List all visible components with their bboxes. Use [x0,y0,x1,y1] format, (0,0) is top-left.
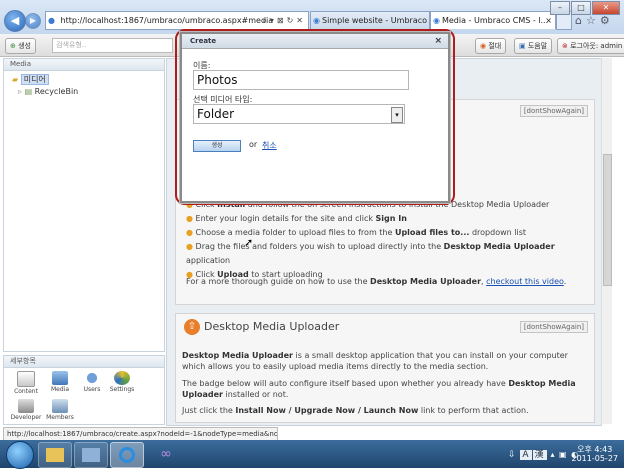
media-type-value: Folder [197,107,235,121]
tree-item-media[interactable]: ▰ 미디어 [12,74,49,85]
settings-icon [114,371,130,385]
mouse-cursor-icon: ➚ [244,236,254,249]
folder-icon: ▰ [12,75,19,84]
section-content[interactable]: Content [8,371,44,395]
logout-label: 로그아웃: admin [570,42,623,50]
guide-text: For a more thorough guide on how to use … [186,277,567,286]
ime-lang[interactable]: A [520,450,532,460]
dont-show-again-link[interactable]: [dontShowAgain] [519,105,588,117]
window-controls: – □ ✕ [549,1,620,15]
developer-icon [18,399,34,413]
taskbar-clock[interactable]: 오후 4:43 2011-05-27 [572,445,619,463]
tray-arrow-icon[interactable]: ⇩ [508,450,520,460]
visual-studio-icon: ∞ [160,446,172,462]
members-icon [52,399,68,413]
name-input[interactable]: Photos [193,70,409,90]
logout-button[interactable]: ⊗ 로그아웃: admin [557,38,624,54]
tab-label: Media - Umbraco CMS - l... [441,16,549,25]
tab-favicon-icon: ◉ [433,16,440,25]
sections-title: 세부항목 [4,356,164,368]
create-dialog: Create × 이름: Photos 선택 미디어 타입: Folder ▾ … [180,32,450,203]
tree-item-label: RecycleBin [34,87,79,96]
section-label: Users [83,386,101,393]
visual-studio-taskbar-button[interactable]: ∞ [150,442,182,466]
tab-label: Simple website - Umbraco C... [321,16,429,25]
section-label: Members [46,414,74,421]
logout-icon: ⊗ [562,42,571,50]
dont-show-again-link[interactable]: [dontShowAgain] [519,321,588,333]
expand-icon[interactable]: ▹ [18,87,22,96]
forward-arrow-icon[interactable]: ▶ [25,13,41,29]
about-button[interactable]: ◉ 절대 [475,38,507,54]
tree-item-label: 미디어 [20,74,49,85]
status-bar: http://localhost:1867/umbraco/create.asp… [3,427,278,441]
help-icon: ▣ [519,42,528,50]
section-label: Settings [109,386,135,393]
section-label: Content [14,388,38,395]
media-type-select[interactable]: Folder ▾ [193,104,405,124]
address-bar[interactable]: ● http://localhost:1867/umbraco/umbraco.… [45,11,309,30]
tab-simple-website[interactable]: ◉Simple website - Umbraco C... [310,11,430,29]
about-label: 절대 [488,42,502,50]
chevron-down-icon[interactable]: ▾ [391,107,403,123]
start-button[interactable] [6,441,34,469]
users-icon [84,371,100,385]
section-label: Media [50,386,70,393]
section-label: Developer [10,414,42,421]
cancel-link[interactable]: 취소 [262,140,277,151]
media-icon [52,371,68,385]
maximize-icon[interactable]: □ [571,1,591,15]
ie-taskbar-button[interactable] [110,442,144,468]
uploader-description: Desktop Media Uploader is a small deskto… [182,351,568,371]
uploader-icon: ⇧ [184,319,200,335]
tree-title: Media [4,59,164,71]
explorer-taskbar-button[interactable] [38,442,72,468]
tree-item-recyclebin[interactable]: ▹ ▤ RecycleBin [18,87,78,96]
dialog-title-bar: Create × [182,34,448,49]
recyclebin-icon: ▤ [24,87,33,96]
close-dialog-icon[interactable]: × [434,34,442,48]
section-settings[interactable]: Settings [104,371,140,393]
or-text: or [249,140,258,149]
create-button[interactable]: ⊕ 생성 [5,38,36,54]
create-submit-button[interactable]: 생성 [193,140,241,152]
page-icon: ● [48,16,55,25]
help-label: 도움말 [527,42,548,50]
app-icon [82,448,100,462]
create-icon: ⊕ [10,42,19,50]
ime-mode[interactable]: 漢 [532,450,547,460]
sections-panel: 세부항목 Content Media Users Settings Develo… [3,355,165,425]
content-scrollbar[interactable] [601,58,612,424]
step-item: ● Enter your login details for the site … [186,214,407,223]
help-button[interactable]: ▣ 도움말 [514,38,553,54]
video-link[interactable]: checkout this video [486,277,564,286]
desktop-media-uploader-box: ⇧ Desktop Media Uploader [dontShowAgain]… [175,313,595,423]
tab-media-umbraco[interactable]: ◉ Media - Umbraco CMS - l... × [430,11,556,29]
minimize-icon[interactable]: – [550,1,570,15]
app-taskbar-button[interactable] [74,442,108,468]
scrollbar-thumb[interactable] [603,154,612,286]
content-icon [17,371,35,387]
search-input[interactable]: 검색유형.. [52,38,173,53]
search-refresh-icons[interactable]: ⌕▾⊠↻✕ [262,12,306,29]
system-tray[interactable]: ⇩ A漢 ▴ ▣ ◐ [508,447,579,460]
clock-time: 오후 4:43 [577,445,613,454]
taskbar: ∞ ⇩ A漢 ▴ ▣ ◐ 오후 4:43 2011-05-27 [0,440,624,469]
uploader-title: Desktop Media Uploader [204,320,340,333]
section-developer[interactable]: Developer [8,399,44,421]
back-arrow-icon[interactable]: ◀ [4,10,26,32]
folder-icon [46,448,64,462]
media-tree-panel: Media ▰ 미디어 ▹ ▤ RecycleBin [3,58,165,352]
home-star-gear-icons[interactable]: ⌂☆⚙ [575,14,614,27]
badge-description: The badge below will auto configure itse… [182,379,576,399]
dialog-title: Create [190,37,217,45]
tab-favicon-icon: ◉ [313,16,320,25]
section-media[interactable]: Media [42,371,78,393]
close-window-icon[interactable]: ✕ [592,1,620,15]
ie-icon [119,447,135,463]
clock-date: 2011-05-27 [571,454,619,463]
address-text: http://localhost:1867/umbraco/umbraco.as… [60,16,274,25]
install-description: Just click the Install Now / Upgrade Now… [182,406,529,415]
section-members[interactable]: Members [42,399,78,421]
